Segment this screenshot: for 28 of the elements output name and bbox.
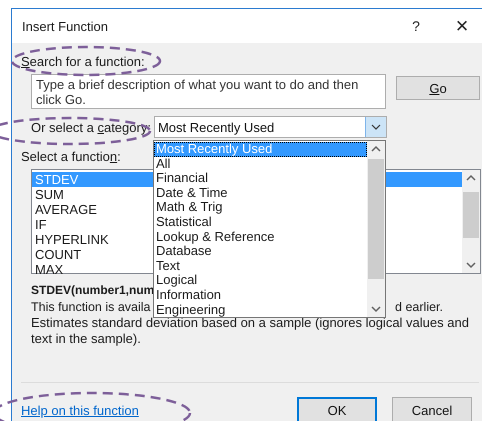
scrollbar[interactable]	[462, 170, 480, 273]
category-option[interactable]: Math & Trig	[154, 200, 367, 215]
function-signature: STDEV(number1,num	[31, 283, 154, 297]
category-option[interactable]: Date & Time	[154, 186, 367, 200]
category-option[interactable]: Logical	[154, 273, 367, 288]
dialog-button[interactable]: Cancel	[392, 397, 472, 421]
scrollbar[interactable]	[367, 141, 385, 317]
category-dropdown[interactable]: Most Recently Used	[154, 116, 387, 138]
category-option[interactable]: All	[154, 156, 367, 172]
category-option[interactable]: Text	[154, 258, 367, 274]
category-option[interactable]: Information	[154, 288, 367, 303]
search-field[interactable]: Type a brief description of what you want to do and then click Go.	[31, 74, 386, 109]
help-button[interactable]: ?	[393, 11, 439, 41]
category-option[interactable]: Statistical	[154, 214, 367, 230]
function-list-label: Select a function:	[21, 149, 121, 164]
category-option[interactable]: Financial	[154, 171, 367, 186]
category-label: Or select a category:	[31, 120, 151, 134]
go-button[interactable]: Go	[396, 76, 480, 100]
category-option[interactable]: Database	[154, 244, 367, 259]
window-title: Insert Function	[22, 18, 109, 34]
help-link[interactable]: Help on this function	[21, 402, 297, 418]
dialog-button[interactable]: OK	[297, 397, 377, 421]
description-text: This function is availa	[31, 300, 151, 314]
category-option[interactable]: Lookup & Reference	[154, 230, 367, 244]
category-option[interactable]: Engineering	[154, 302, 367, 318]
description-text: d earlier.	[395, 300, 443, 314]
search-label: Search for a function:	[21, 54, 145, 69]
close-button[interactable]: ×	[439, 11, 482, 41]
